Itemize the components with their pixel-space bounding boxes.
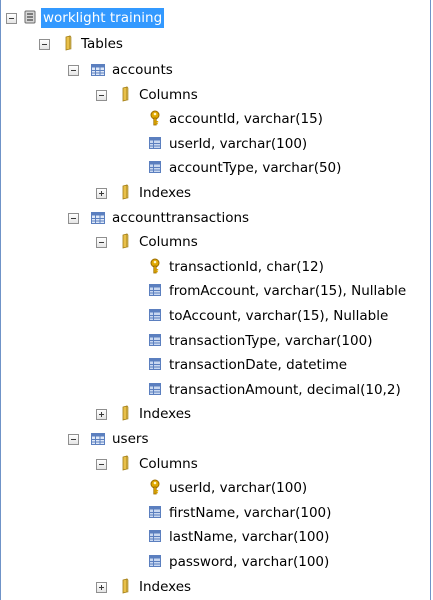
tree-node-database[interactable]: worklight training <box>1 7 430 29</box>
column-icon <box>147 307 163 323</box>
collapse-toggle[interactable] <box>68 434 79 445</box>
column-icon <box>147 504 163 520</box>
database-tree-view[interactable]: worklight training Tables accounts Column… <box>0 0 431 600</box>
collapse-toggle[interactable] <box>68 65 79 76</box>
table-name[interactable]: accounts <box>110 60 175 80</box>
column-label[interactable]: transactionDate, datetime <box>167 355 349 375</box>
tree-node-indexes-folder[interactable]: Indexes <box>1 403 430 425</box>
tree-node-columns-folder[interactable]: Columns <box>1 453 430 475</box>
table-name[interactable]: accounttransactions <box>110 208 251 228</box>
collapse-toggle[interactable] <box>39 39 50 50</box>
column-item[interactable]: transactionAmount, decimal(10,2) <box>1 379 430 401</box>
column-item[interactable]: userId, varchar(100) <box>1 477 430 499</box>
indexes-folder-label[interactable]: Indexes <box>137 577 193 597</box>
columns-folder-label[interactable]: Columns <box>137 85 200 105</box>
collapse-toggle[interactable] <box>68 212 79 224</box>
column-label[interactable]: firstName, varchar(100) <box>167 503 333 523</box>
column-icon <box>147 332 163 348</box>
folder-icon <box>118 85 134 102</box>
folder-icon <box>118 233 134 249</box>
columns-folder-label[interactable]: Columns <box>137 454 200 474</box>
tree-node-table[interactable]: accounts <box>1 59 430 81</box>
tree-node-indexes-folder[interactable]: Indexes <box>1 576 430 598</box>
tree-node-table[interactable]: accounttransactions <box>1 207 430 229</box>
tables-folder-label[interactable]: Tables <box>79 34 125 54</box>
column-label[interactable]: lastName, varchar(100) <box>167 527 331 547</box>
collapse-toggle[interactable] <box>96 458 107 470</box>
folder-icon <box>118 405 134 421</box>
columns-folder-label[interactable]: Columns <box>137 232 200 252</box>
column-icon <box>147 528 163 544</box>
primary-key-icon <box>147 110 163 126</box>
database-icon <box>22 9 38 25</box>
column-label[interactable]: transactionAmount, decimal(10,2) <box>167 380 403 400</box>
tree-node-columns-folder[interactable]: Columns <box>1 231 430 253</box>
column-icon <box>147 553 163 569</box>
column-item[interactable]: accountId, varchar(15) <box>1 108 430 130</box>
column-item[interactable]: userId, varchar(100) <box>1 133 430 155</box>
primary-key-icon <box>147 258 163 274</box>
indexes-folder-label[interactable]: Indexes <box>137 183 193 203</box>
column-icon <box>147 381 163 397</box>
folder-icon <box>118 184 134 200</box>
collapse-toggle[interactable] <box>96 89 107 101</box>
column-icon <box>147 159 163 175</box>
column-item[interactable]: firstName, varchar(100) <box>1 502 430 524</box>
table-name[interactable]: users <box>110 429 150 449</box>
column-item[interactable]: lastName, varchar(100) <box>1 526 430 548</box>
column-label[interactable]: accountType, varchar(50) <box>167 158 343 178</box>
column-icon <box>147 356 163 372</box>
column-icon <box>147 135 163 151</box>
column-icon <box>147 282 163 298</box>
column-item[interactable]: password, varchar(100) <box>1 551 430 573</box>
tree-node-tables-folder[interactable]: Tables <box>1 33 430 55</box>
column-label[interactable]: userId, varchar(100) <box>167 478 309 498</box>
column-label[interactable]: transactionType, varchar(100) <box>167 331 374 351</box>
column-label[interactable]: userId, varchar(100) <box>167 134 309 154</box>
column-item[interactable]: accountType, varchar(50) <box>1 157 430 179</box>
folder-icon <box>118 454 134 471</box>
column-label[interactable]: password, varchar(100) <box>167 552 331 572</box>
column-item[interactable]: transactionId, char(12) <box>1 256 430 278</box>
tree-node-columns-folder[interactable]: Columns <box>1 84 430 106</box>
collapse-toggle[interactable] <box>96 237 107 249</box>
column-item[interactable]: fromAccount, varchar(15), Nullable <box>1 280 430 302</box>
column-label[interactable]: fromAccount, varchar(15), Nullable <box>167 281 408 301</box>
table-icon <box>90 431 106 447</box>
tree-node-indexes-folder[interactable]: Indexes <box>1 182 430 204</box>
indexes-folder-label[interactable]: Indexes <box>137 404 193 424</box>
tree-node-table[interactable]: users <box>1 428 430 450</box>
expand-toggle[interactable] <box>96 188 107 199</box>
column-item[interactable]: transactionDate, datetime <box>1 354 430 376</box>
table-icon <box>90 210 106 226</box>
expand-toggle[interactable] <box>96 581 107 593</box>
collapse-toggle[interactable] <box>6 13 17 24</box>
column-label[interactable]: toAccount, varchar(15), Nullable <box>167 306 390 326</box>
primary-key-icon <box>147 479 163 495</box>
column-item[interactable]: transactionType, varchar(100) <box>1 330 430 352</box>
column-label[interactable]: accountId, varchar(15) <box>167 109 325 129</box>
database-name[interactable]: worklight training <box>41 8 165 28</box>
expand-toggle[interactable] <box>96 409 107 421</box>
table-icon <box>90 62 106 78</box>
folder-icon <box>61 35 77 51</box>
column-label[interactable]: transactionId, char(12) <box>167 257 326 277</box>
folder-icon <box>118 577 134 594</box>
column-item[interactable]: toAccount, varchar(15), Nullable <box>1 305 430 327</box>
